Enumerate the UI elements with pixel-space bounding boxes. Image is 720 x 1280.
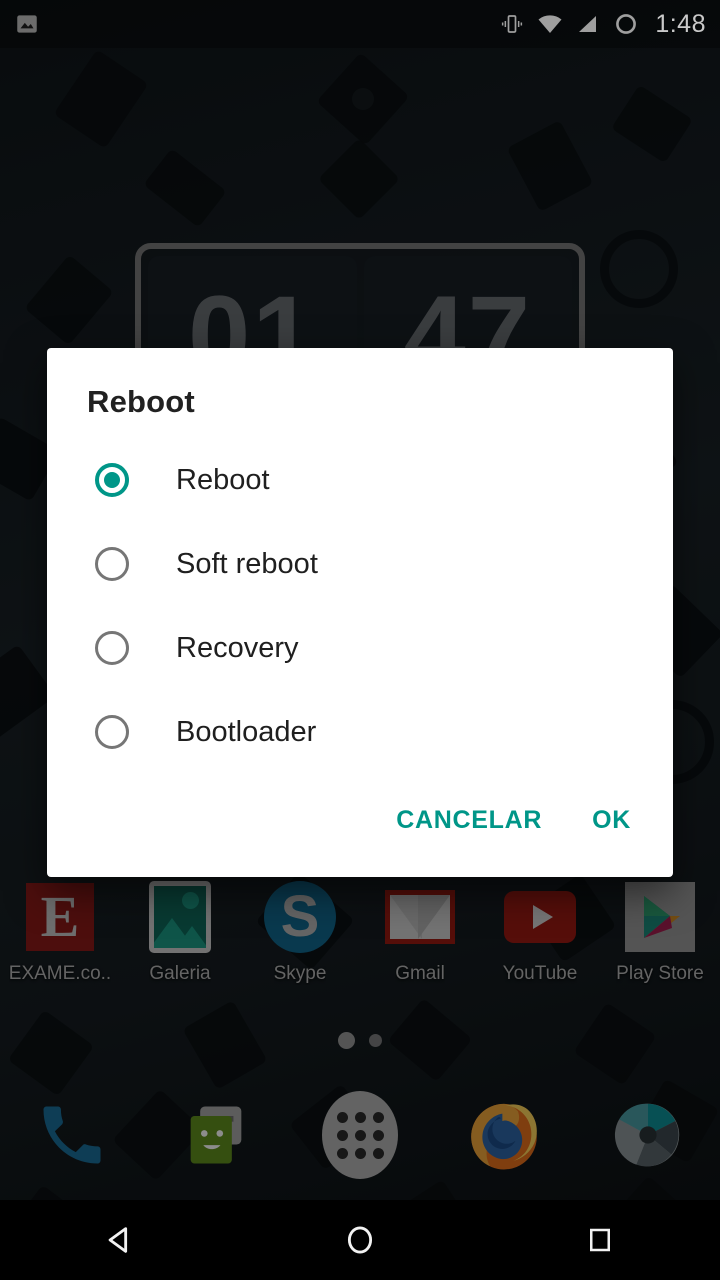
radio-button-selected[interactable] xyxy=(95,463,129,497)
option-label: Bootloader xyxy=(176,715,317,748)
android-home-screen: 01 47 E EXAME.co.. Galeria S Skype Gmail… xyxy=(0,0,720,1280)
navigation-bar xyxy=(0,1200,720,1280)
option-label: Recovery xyxy=(176,631,299,664)
option-soft-reboot[interactable]: Soft reboot xyxy=(47,522,673,606)
image-icon xyxy=(17,15,37,33)
nav-home-button[interactable] xyxy=(240,1223,480,1257)
cancel-button[interactable]: CANCELAR xyxy=(378,794,560,847)
signal-icon xyxy=(579,16,597,32)
nav-recents-button[interactable] xyxy=(480,1225,720,1255)
nav-back-button[interactable] xyxy=(0,1223,240,1257)
radio-button[interactable] xyxy=(95,631,129,665)
status-clock: 1:48 xyxy=(655,9,706,38)
vibrate-icon xyxy=(502,15,523,33)
radio-button[interactable] xyxy=(95,547,129,581)
option-label: Reboot xyxy=(176,463,270,496)
option-reboot[interactable]: Reboot xyxy=(47,438,673,522)
option-recovery[interactable]: Recovery xyxy=(47,606,673,690)
dialog-actions: CANCELAR OK xyxy=(47,780,673,869)
recents-icon xyxy=(590,1228,610,1252)
option-bootloader[interactable]: Bootloader xyxy=(47,690,673,774)
radio-button[interactable] xyxy=(95,715,129,749)
wifi-icon xyxy=(538,15,562,33)
reboot-dialog: Reboot Reboot Soft reboot Recovery Bootl… xyxy=(47,348,673,877)
dialog-title: Reboot xyxy=(87,384,195,419)
reboot-options-list: Reboot Soft reboot Recovery Bootloader xyxy=(47,424,673,780)
ok-button[interactable]: OK xyxy=(574,794,649,847)
option-label: Soft reboot xyxy=(176,547,318,580)
status-bar[interactable]: 1:48 xyxy=(0,0,720,48)
back-icon xyxy=(108,1227,128,1253)
battery-ring-icon xyxy=(616,14,637,34)
home-icon xyxy=(347,1226,373,1254)
